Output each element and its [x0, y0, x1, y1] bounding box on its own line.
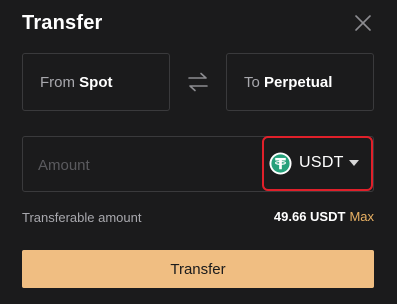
coin-selector[interactable]: USDT — [262, 136, 373, 191]
close-icon[interactable] — [354, 14, 372, 32]
from-label: From — [40, 74, 75, 91]
coin-symbol: USDT — [299, 154, 344, 171]
to-account-select[interactable]: To Perpetual — [226, 53, 374, 111]
to-label: To — [244, 74, 260, 91]
to-account-value: Perpetual — [264, 74, 333, 91]
dialog-title: Transfer — [22, 12, 103, 34]
caret-down-icon — [349, 160, 359, 166]
transfer-dialog: Transfer From Spot To Perpetual USDT — [0, 0, 397, 304]
from-account-select[interactable]: From Spot — [22, 53, 170, 111]
transferable-amount: 49.66 USDT Max — [274, 209, 374, 224]
tether-icon — [269, 152, 292, 175]
transferable-label: Transferable amount — [22, 210, 142, 225]
from-account-value: Spot — [79, 74, 113, 91]
amount-input[interactable] — [36, 153, 250, 177]
swap-arrows-icon[interactable] — [187, 72, 209, 92]
transfer-button[interactable]: Transfer — [22, 250, 374, 288]
transferable-value: 49.66 USDT — [273, 209, 346, 224]
max-button[interactable]: Max — [349, 209, 374, 224]
